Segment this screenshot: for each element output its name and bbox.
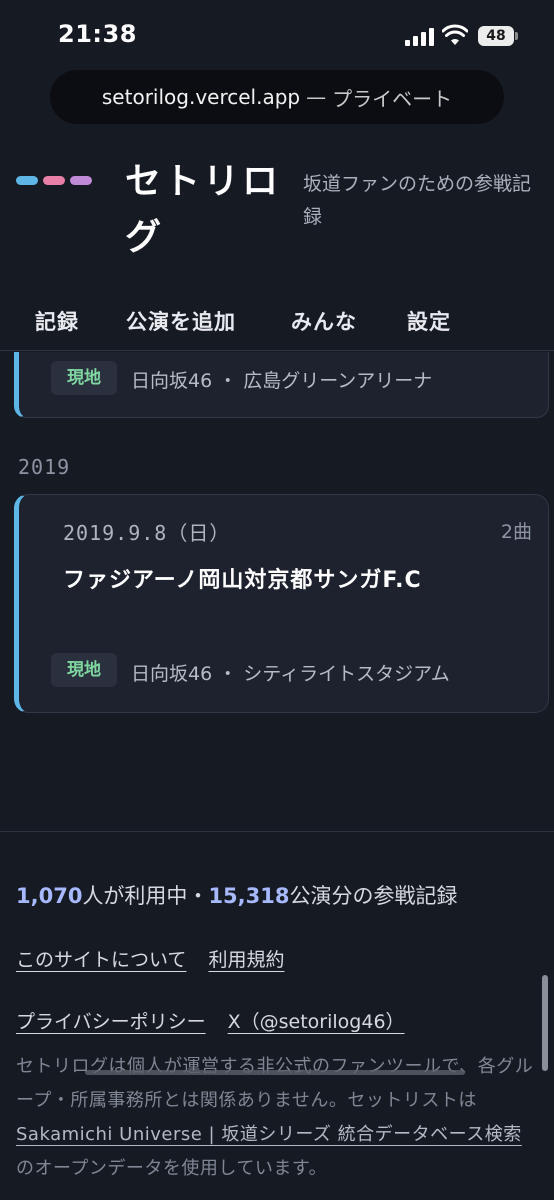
usage-stats: 1,070人が利用中・15,318公演分の参戦記録: [16, 880, 457, 910]
event-venue: シティライトスタジアム: [243, 663, 450, 685]
nav-add-show[interactable]: 公演を追加: [126, 306, 236, 336]
sakamichi-universe-link[interactable]: Sakamichi Universe | 坂道シリーズ 統合データベース検索: [16, 1124, 522, 1145]
private-mode-label: プライベート: [332, 86, 453, 111]
cellular-signal-icon: [405, 28, 435, 46]
disclaimer-text: セトリログは個人が運営する非公式のファンツールで、各グループ・所属事務所とは関係…: [16, 1056, 534, 1111]
event-venue: 広島グリーンアリーナ: [243, 370, 433, 392]
year-heading: 2019: [18, 455, 71, 479]
privacy-link[interactable]: プライバシーポリシー: [16, 1011, 206, 1033]
attendance-badge: 現地: [51, 361, 117, 395]
attendance-badge: 現地: [51, 653, 117, 687]
stats-separator: ・: [187, 884, 209, 908]
terms-link[interactable]: 利用規約: [208, 949, 284, 971]
show-count: 15,318: [208, 884, 290, 908]
user-count-suffix: 人が利用中: [82, 884, 188, 908]
event-group: 日向坂46: [131, 663, 213, 685]
nav-everyone[interactable]: みんな: [291, 306, 357, 336]
battery-icon: 48: [478, 26, 514, 46]
event-group: 日向坂46: [131, 370, 213, 392]
site-logo-icon[interactable]: [16, 176, 92, 185]
logo-dot-3: [70, 176, 92, 185]
nav-settings[interactable]: 設定: [407, 306, 451, 336]
address-bar[interactable]: setorilog.vercel.app — プライベート: [50, 70, 504, 124]
wifi-icon: [442, 24, 468, 45]
disclaimer-text-end: のオープンデータを使用しています。: [16, 1158, 328, 1179]
browser-home-indicator: [85, 1070, 465, 1075]
footer-divider: [0, 831, 554, 832]
footer-links-row-2: プライバシーポリシー X（@setorilog46）: [16, 1007, 427, 1034]
footer-links-row-1: このサイトについて 利用規約: [16, 945, 306, 972]
status-bar: 21:38 48: [0, 0, 554, 70]
event-date: 2019.9.8（日）: [63, 521, 231, 545]
song-count: 2曲: [500, 521, 532, 543]
about-link[interactable]: このサイトについて: [16, 949, 186, 971]
status-time: 21:38: [58, 20, 137, 48]
main-nav: 記録 公演を追加 みんな 設定: [0, 294, 554, 351]
meta-separator: ・: [218, 663, 238, 685]
event-card[interactable]: 現地 日向坂46 ・広島グリーンアリーナ: [14, 352, 549, 418]
battery-cap: [515, 32, 518, 40]
logo-dot-2: [43, 176, 65, 185]
event-title: ファジアーノ岡山対京都サンガF.C: [63, 568, 422, 593]
scrollbar[interactable]: [542, 975, 548, 1071]
event-card[interactable]: 2019.9.8（日） 2曲 ファジアーノ岡山対京都サンガF.C 現地 日向坂4…: [14, 494, 549, 713]
show-count-suffix: 公演分の参戦記録: [289, 884, 458, 908]
event-meta: 日向坂46 ・広島グリーンアリーナ: [131, 366, 432, 393]
url-separator: —: [306, 85, 327, 109]
event-meta: 日向坂46 ・シティライトスタジアム: [131, 659, 450, 686]
x-account-link[interactable]: X（@setorilog46）: [228, 1011, 405, 1033]
meta-separator: ・: [218, 370, 238, 392]
user-count: 1,070: [16, 884, 83, 908]
site-title[interactable]: セトリログ: [125, 154, 285, 266]
site-tagline: 坂道ファンのための参戦記録: [303, 173, 532, 228]
logo-dot-1: [16, 176, 38, 185]
url-text: setorilog.vercel.app: [101, 85, 301, 109]
nav-records[interactable]: 記録: [35, 306, 79, 336]
